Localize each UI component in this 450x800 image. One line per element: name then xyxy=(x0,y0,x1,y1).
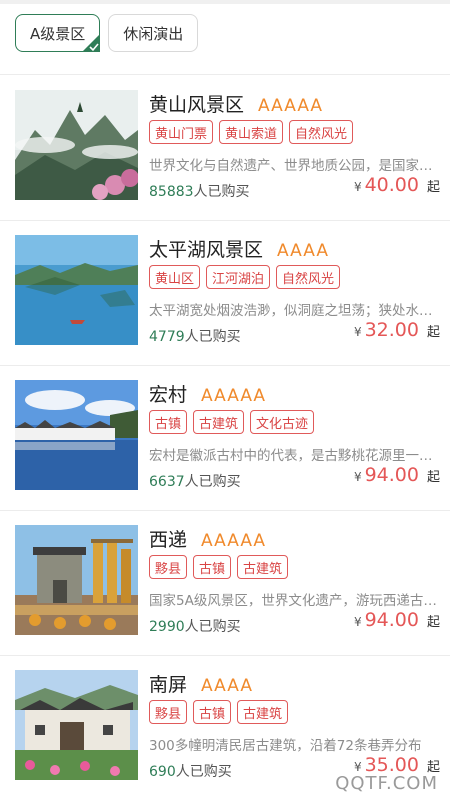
sold-count-number: 4779 xyxy=(149,329,185,345)
spot-tag: 自然风光 xyxy=(276,265,341,289)
spot-tag: 江河湖泊 xyxy=(206,265,271,289)
watermark: QQTF.COM xyxy=(335,773,438,794)
list-item[interactable]: 黄山风景区 AAAAA 黄山门票 黄山索道 自然风光 世界文化与自然遗产、世界地… xyxy=(0,76,450,221)
spot-thumbnail xyxy=(15,380,138,490)
spot-tags: 黟县 古镇 古建筑 xyxy=(149,700,289,724)
spot-level-rating: AAAAA xyxy=(201,386,267,406)
sold-count: 6637人已购买 xyxy=(149,471,241,491)
sold-count-suffix: 人已购买 xyxy=(184,474,241,490)
price: ¥ 94.00 起 xyxy=(354,464,440,486)
price-amount: 94.00 xyxy=(364,609,419,631)
currency-symbol: ¥ xyxy=(353,760,362,774)
spot-tag: 古建筑 xyxy=(237,555,289,579)
price: ¥ 94.00 起 xyxy=(354,609,440,631)
spot-tag: 古建筑 xyxy=(193,410,245,434)
list-item[interactable]: 宏村 AAAAA 古镇 古建筑 文化古迹 宏村是徽派古村中的代表，是古黟桃花源里… xyxy=(0,366,450,511)
filter-divider xyxy=(0,74,450,75)
spot-tags: 黄山区 江河湖泊 自然风光 xyxy=(149,265,341,289)
checkmark-icon xyxy=(82,34,101,52)
spot-tags: 黄山门票 黄山索道 自然风光 xyxy=(149,120,354,144)
currency-symbol: ¥ xyxy=(353,470,362,484)
spot-thumbnail xyxy=(15,525,138,635)
list-item[interactable]: 太平湖风景区 AAAA 黄山区 江河湖泊 自然风光 太平湖宽处烟波浩渺，似洞庭之… xyxy=(0,221,450,366)
spot-tag: 黄山门票 xyxy=(149,120,214,144)
filter-chip-leisure-show[interactable]: 休闲演出 xyxy=(108,14,199,52)
sold-count-number: 6637 xyxy=(149,474,185,490)
spot-tag: 黟县 xyxy=(149,555,188,579)
spot-tag: 黄山区 xyxy=(149,265,201,289)
category-filter-bar: A级景区 休闲演出 xyxy=(0,14,450,68)
spot-title: 南屏 xyxy=(149,674,188,696)
spot-tag: 黄山索道 xyxy=(219,120,284,144)
spot-level-rating: AAAA xyxy=(277,241,329,261)
spot-title: 太平湖风景区 xyxy=(149,239,264,261)
sold-count-number: 690 xyxy=(149,764,176,780)
spot-tags: 古镇 古建筑 文化古迹 xyxy=(149,410,315,434)
spot-tag: 古镇 xyxy=(193,555,232,579)
spot-tag: 文化古迹 xyxy=(250,410,315,434)
spot-tag: 自然风光 xyxy=(289,120,354,144)
price-suffix: 起 xyxy=(426,180,440,195)
spot-level-rating: AAAAA xyxy=(258,96,324,116)
sold-count: 2990人已购买 xyxy=(149,616,241,636)
price-suffix: 起 xyxy=(426,615,440,630)
spot-title: 宏村 xyxy=(149,384,188,406)
sold-count-number: 85883 xyxy=(149,184,194,200)
spot-description: 太平湖宽处烟波浩渺，似洞庭之坦荡；狭处水天一色 xyxy=(149,303,439,319)
spot-thumbnail xyxy=(15,670,138,780)
price-suffix: 起 xyxy=(426,325,440,340)
spot-description: 世界文化与自然遗产、世界地质公园，是国家5A级旅游景区 xyxy=(149,158,439,174)
sold-count-suffix: 人已购买 xyxy=(193,184,250,200)
spot-level-rating: AAAAA xyxy=(201,531,267,551)
spot-description: 国家5A级风景区，世界文化遗产，游玩西递古村落 xyxy=(149,593,439,609)
list-item[interactable]: 西递 AAAAA 黟县 古镇 古建筑 国家5A级风景区，世界文化遗产，游玩西递古… xyxy=(0,511,450,656)
spot-title: 西递 xyxy=(149,529,188,551)
spot-thumbnail xyxy=(15,235,138,345)
price-suffix: 起 xyxy=(426,470,440,485)
top-divider xyxy=(0,0,450,4)
spot-thumbnail xyxy=(15,90,138,200)
currency-symbol: ¥ xyxy=(353,615,362,629)
filter-chip-label: 休闲演出 xyxy=(123,24,184,43)
sold-count: 85883人已购买 xyxy=(149,181,250,201)
spot-tag: 古镇 xyxy=(193,700,232,724)
sold-count-suffix: 人已购买 xyxy=(184,329,241,345)
sold-count: 690人已购买 xyxy=(149,761,232,781)
spot-tag: 古建筑 xyxy=(237,700,289,724)
price: ¥ 40.00 起 xyxy=(354,174,440,196)
spot-description: 宏村是徽派古村中的代表，是古黟桃花源里一座奇特的牛形古村落 xyxy=(149,448,439,464)
sold-count-number: 2990 xyxy=(149,619,185,635)
sold-count-suffix: 人已购买 xyxy=(184,619,241,635)
spot-tag: 黟县 xyxy=(149,700,188,724)
price-amount: 40.00 xyxy=(364,174,419,196)
filter-chip-a-level[interactable]: A级景区 xyxy=(15,14,101,52)
price-amount: 94.00 xyxy=(364,464,419,486)
currency-symbol: ¥ xyxy=(353,325,362,339)
spot-tags: 黟县 古镇 古建筑 xyxy=(149,555,289,579)
spot-level-rating: AAAA xyxy=(201,676,253,696)
price-amount: 32.00 xyxy=(364,319,419,341)
sold-count: 4779人已购买 xyxy=(149,326,241,346)
filter-chip-label: A级景区 xyxy=(30,24,86,43)
spot-description: 300多幢明清民居古建筑，沿着72条巷弄分布 xyxy=(149,738,422,754)
scenic-spot-list: 黄山风景区 AAAAA 黄山门票 黄山索道 自然风光 世界文化与自然遗产、世界地… xyxy=(0,76,450,800)
price: ¥ 32.00 起 xyxy=(354,319,440,341)
sold-count-suffix: 人已购买 xyxy=(175,764,232,780)
spot-tag: 古镇 xyxy=(149,410,188,434)
currency-symbol: ¥ xyxy=(353,180,362,194)
spot-title: 黄山风景区 xyxy=(149,94,245,116)
